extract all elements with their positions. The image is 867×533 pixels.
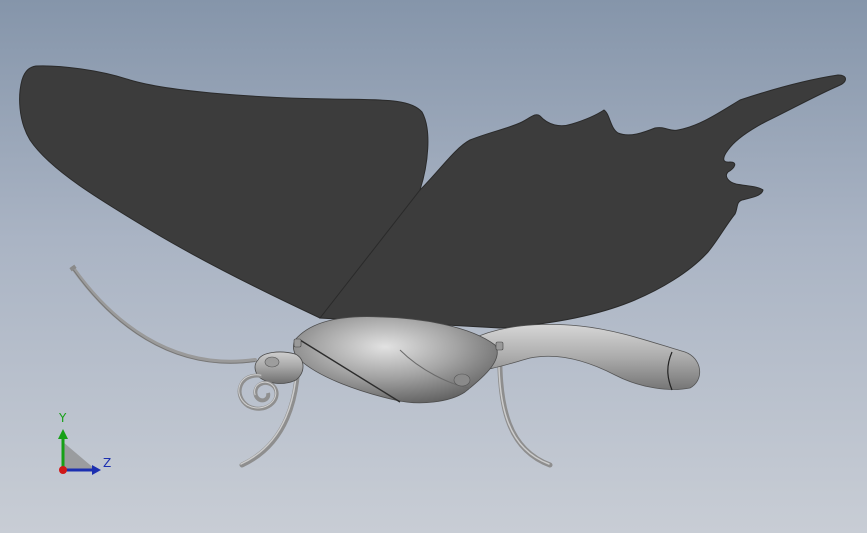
y-axis-label: Y — [59, 411, 67, 425]
butterfly-model[interactable] — [0, 0, 867, 533]
antenna-upper-edge — [72, 269, 256, 364]
triad-plane-shade — [63, 442, 96, 470]
thorax — [293, 316, 498, 404]
triad-origin — [59, 466, 67, 474]
antenna-upper — [71, 266, 257, 364]
abdomen — [469, 323, 700, 390]
z-axis-label: Z — [103, 456, 112, 470]
axis-triad[interactable]: Y Z — [48, 411, 120, 480]
y-axis-arrow — [58, 429, 68, 439]
graphics-viewport[interactable]: Y Z — [0, 0, 867, 533]
head — [254, 351, 304, 384]
z-axis-arrow — [92, 465, 101, 475]
